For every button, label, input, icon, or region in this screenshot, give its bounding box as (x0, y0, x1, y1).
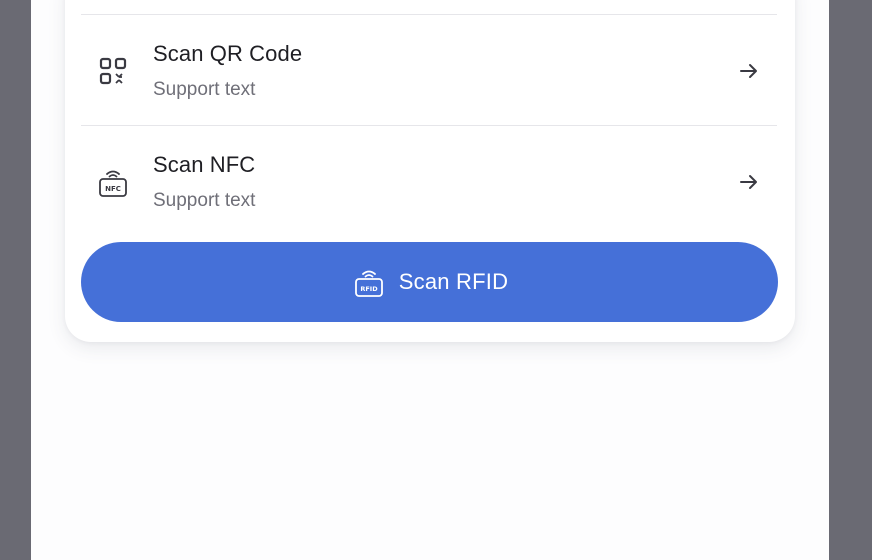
arrow-right-icon (729, 162, 769, 202)
arrow-right-icon (729, 51, 769, 91)
phone-screen: Scan QR Code Support text NFC Scan NFC S… (31, 0, 829, 560)
nfc-icon: NFC (93, 162, 133, 202)
scan-qr-code-option[interactable]: Scan QR Code Support text (81, 16, 777, 126)
scan-rfid-label: Scan RFID (398, 269, 509, 294)
divider (81, 125, 777, 126)
svg-text:NFC: NFC (105, 185, 121, 193)
option-title: Scan QR Code (153, 41, 303, 66)
scan-nfc-option[interactable]: NFC Scan NFC Support text (81, 127, 777, 237)
qr-code-icon (93, 51, 133, 91)
option-title: Scan NFC (153, 152, 256, 177)
option-support-text: Support text (153, 190, 256, 211)
scan-rfid-button[interactable]: RFID Scan RFID (81, 242, 778, 322)
option-support-text: Support text (153, 79, 256, 100)
svg-text:RFID: RFID (360, 285, 378, 293)
divider (81, 14, 777, 15)
rfid-icon: RFID (351, 264, 387, 300)
